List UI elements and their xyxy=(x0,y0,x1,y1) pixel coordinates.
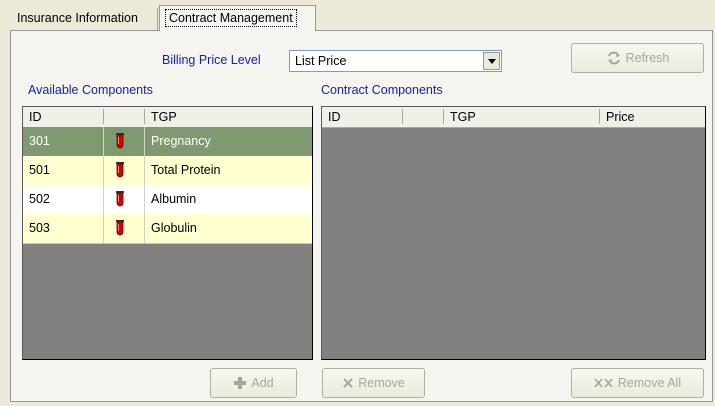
column-header-icon[interactable] xyxy=(104,107,144,127)
test-tube-icon xyxy=(116,162,124,178)
cell-tgp: Albumin xyxy=(151,192,197,206)
remove-button[interactable]: Remove xyxy=(322,368,425,398)
cell-tgp: Total Protein xyxy=(151,163,221,177)
remove-label: Remove xyxy=(358,376,405,390)
table-row[interactable]: 503 Globulin xyxy=(23,214,312,244)
column-header-id[interactable]: ID xyxy=(23,107,103,127)
remove-all-label: Remove All xyxy=(617,376,682,390)
billing-price-level-select[interactable]: List Price xyxy=(289,50,502,72)
column-header-tgp[interactable]: TGP xyxy=(444,107,599,127)
refresh-button[interactable]: Refresh xyxy=(571,43,704,73)
double-x-icon xyxy=(594,378,613,388)
cell-id: 502 xyxy=(29,192,50,206)
test-tube-icon xyxy=(116,133,124,149)
cell-tgp: Pregnancy xyxy=(151,134,211,148)
available-components-grid[interactable]: ID TGP 301 Pregnancy 501 Total Protein 5… xyxy=(22,106,313,360)
table-row[interactable]: 502 Albumin xyxy=(23,185,312,215)
refresh-label: Refresh xyxy=(625,51,670,65)
billing-price-level-label: Billing Price Level xyxy=(162,53,261,67)
remove-all-button[interactable]: Remove All xyxy=(571,368,704,398)
table-row[interactable]: 501 Total Protein xyxy=(23,156,312,186)
cell-id: 501 xyxy=(29,163,50,177)
chevron-down-icon[interactable] xyxy=(483,52,500,70)
column-header-id[interactable]: ID xyxy=(322,107,402,127)
cell-tgp: Globulin xyxy=(151,221,197,235)
contract-components-grid[interactable]: ID TGP Price xyxy=(321,106,706,360)
cell-id: 301 xyxy=(29,134,50,148)
test-tube-icon xyxy=(116,220,124,236)
column-header-price[interactable]: Price xyxy=(600,107,700,127)
column-header-tgp[interactable]: TGP xyxy=(145,107,305,127)
contract-components-label: Contract Components xyxy=(321,83,443,97)
column-header-blank[interactable] xyxy=(403,107,443,127)
cell-id: 503 xyxy=(29,221,50,235)
available-components-label: Available Components xyxy=(28,83,153,97)
plus-icon xyxy=(234,377,247,389)
tab-insurance-information[interactable]: Insurance Information xyxy=(12,8,158,30)
add-button[interactable]: Add xyxy=(210,368,297,398)
grid-header: ID TGP xyxy=(23,107,312,128)
tab-contract-management[interactable]: Contract Management xyxy=(159,5,316,31)
tab-strip: Insurance Information Contract Managemen… xyxy=(0,0,715,31)
refresh-icon xyxy=(607,51,620,65)
tab-label: Contract Management xyxy=(165,9,297,27)
table-row[interactable]: 301 Pregnancy xyxy=(23,127,312,157)
select-value: List Price xyxy=(295,54,347,68)
test-tube-icon xyxy=(116,191,124,207)
add-label: Add xyxy=(251,376,274,390)
grid-header: ID TGP Price xyxy=(322,107,705,128)
x-icon xyxy=(343,378,353,388)
